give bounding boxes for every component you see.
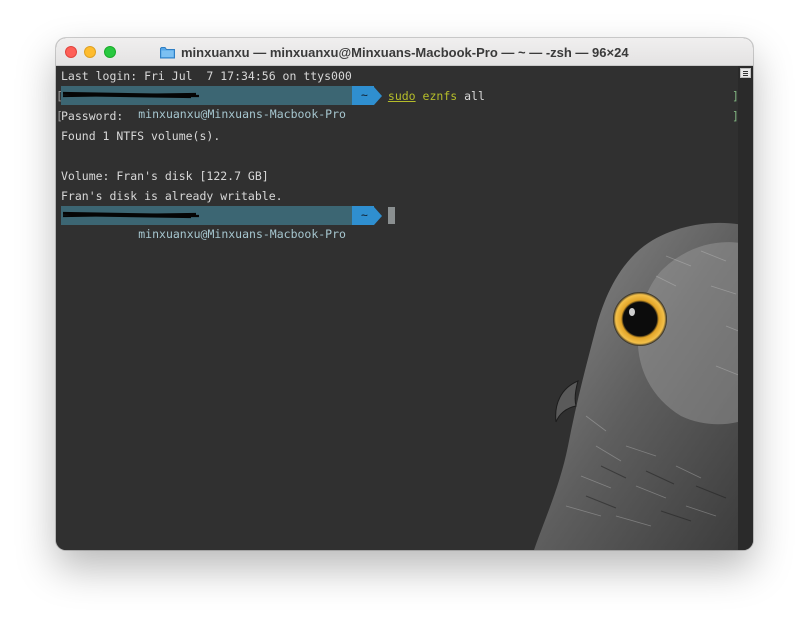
prompt-dir-segment: ~ — [351, 86, 374, 105]
last-login-line: Last login: Fri Jul 7 17:34:56 on ttys00… — [61, 69, 352, 83]
volume-line: Volume: Fran's disk [122.7 GB] — [61, 169, 269, 183]
folder-icon — [160, 46, 175, 58]
prompt-host-segment: minxuanxu@Minxuans-Macbook-Pro — [61, 86, 352, 121]
command-sudo: sudo — [387, 88, 416, 103]
prompt-host-text: minxuanxu@Minxuans-Macbook-Pro — [138, 227, 346, 241]
window-title: minxuanxu — minxuanxu@Minxuans-Macbook-P… — [181, 44, 629, 60]
title-bar[interactable]: minxuanxu — minxuanxu@Minxuans-Macbook-P… — [56, 38, 753, 66]
terminal-content[interactable]: Last login: Fri Jul 7 17:34:56 on ttys00… — [56, 66, 753, 550]
close-button[interactable] — [65, 46, 77, 58]
prompt-line-2: minxuanxu@Minxuans-Macbook-Pro ~ — [61, 206, 395, 241]
prompt-host-segment: minxuanxu@Minxuans-Macbook-Pro — [61, 206, 352, 241]
prompt-dir-segment: ~ — [351, 206, 374, 225]
command-name: eznfs — [422, 88, 458, 103]
prompt-host-text: minxuanxu@Minxuans-Macbook-Pro — [138, 107, 346, 121]
window-title-group: minxuanxu — minxuanxu@Minxuans-Macbook-P… — [160, 44, 629, 60]
scrollbar[interactable] — [738, 66, 753, 550]
command-arg: all — [464, 88, 485, 103]
found-volumes-line: Found 1 NTFS volume(s). — [61, 129, 221, 143]
terminal-window: minxuanxu — minxuanxu@Minxuans-Macbook-P… — [56, 38, 753, 550]
terminal-cursor[interactable] — [387, 207, 395, 224]
scroll-lines-icon[interactable] — [740, 68, 751, 78]
redaction-scribble — [62, 91, 200, 99]
writable-line: Fran's disk is already writable. — [61, 189, 283, 203]
prompt-line-1: minxuanxu@Minxuans-Macbook-Pro ~ sudo ez… — [61, 86, 485, 121]
minimize-button[interactable] — [84, 46, 96, 58]
password-line: Password: — [61, 109, 124, 123]
prompt-arrow-icon — [373, 86, 382, 105]
prompt-arrow-icon — [373, 206, 382, 225]
command-text: sudo eznfs all — [388, 89, 485, 103]
terminal-output[interactable]: Last login: Fri Jul 7 17:34:56 on ttys00… — [56, 66, 739, 550]
zoom-button[interactable] — [104, 46, 116, 58]
redaction-scribble — [62, 211, 200, 219]
